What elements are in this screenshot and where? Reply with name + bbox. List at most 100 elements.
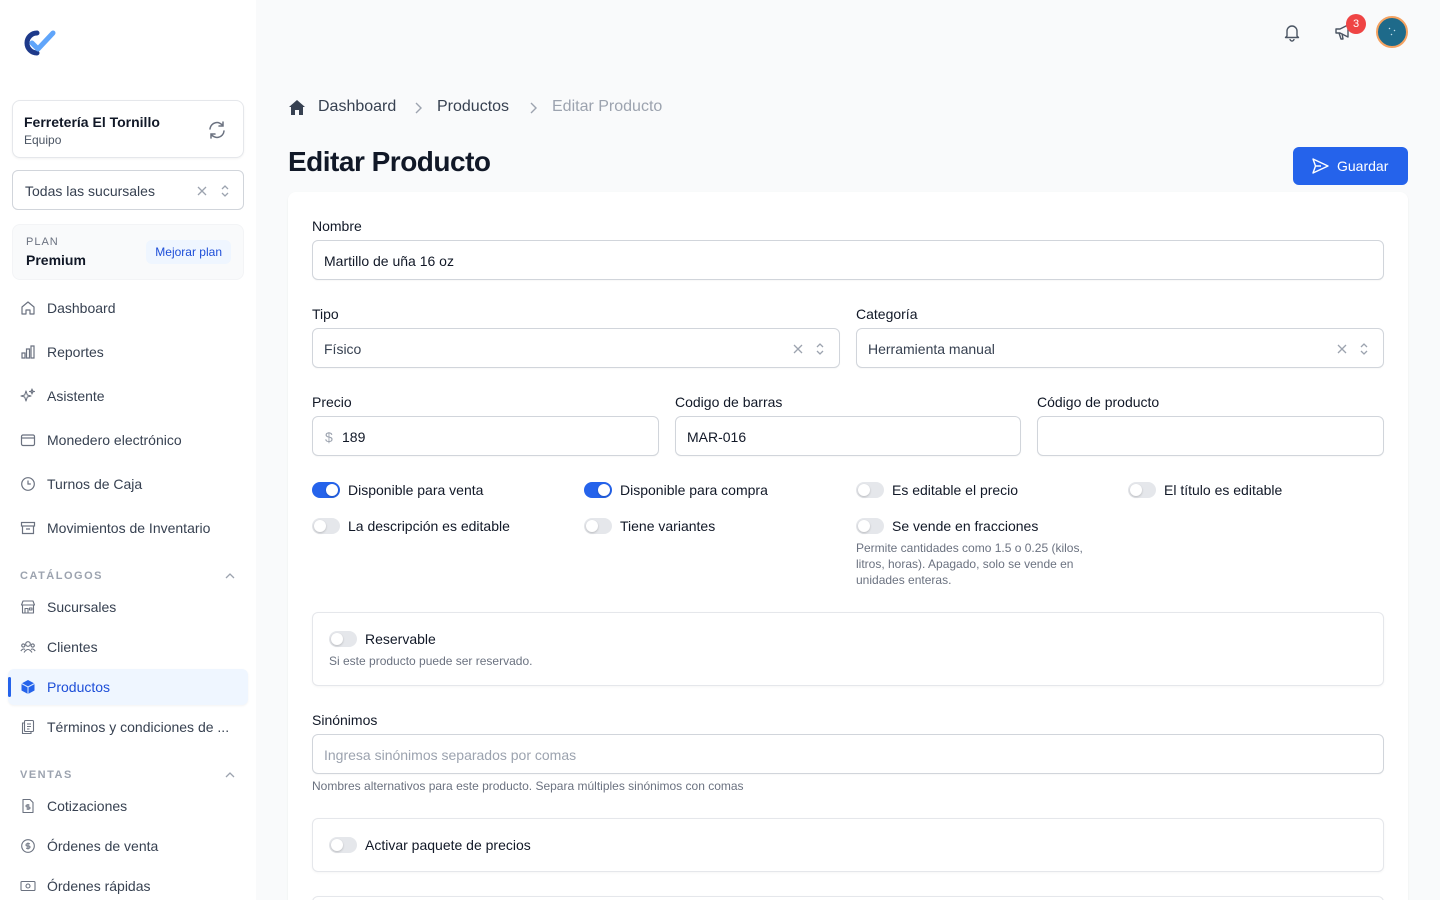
sidebar-item-inventario[interactable]: Movimientos de Inventario	[8, 510, 248, 546]
team-switcher[interactable]: Ferretería El Tornillo Equipo	[12, 100, 244, 158]
topbar	[256, 0, 1440, 64]
reservable-label: Reservable	[365, 631, 436, 647]
bar-chart-icon	[21, 345, 35, 359]
section-ventas-title: VENTAS	[20, 769, 73, 781]
reservable-help: Si este producto puede ser reservado.	[329, 654, 533, 668]
nombre-value: Martillo de uña 16 oz	[324, 253, 454, 269]
titulo-editable-toggle[interactable]	[1128, 482, 1156, 498]
branch-select-value: Todas las sucursales	[25, 183, 155, 199]
sidebar: Ferretería El Tornillo Equipo Todas las …	[0, 0, 256, 900]
dollar-circle-icon	[21, 839, 35, 853]
disponible-venta-label: Disponible para venta	[348, 482, 484, 498]
sidebar-item-label: Órdenes rápidas	[47, 878, 151, 894]
paquete-toggle[interactable]	[329, 837, 357, 853]
sidebar-item-label: Dashboard	[47, 300, 116, 316]
team-name: Ferretería El Tornillo	[24, 114, 160, 130]
sidebar-item-dashboard[interactable]: Dashboard	[8, 290, 248, 326]
branch-select[interactable]: Todas las sucursales	[12, 170, 244, 210]
disponible-venta-toggle[interactable]	[312, 482, 340, 498]
descripcion-editable-toggle[interactable]	[312, 518, 340, 534]
variantes-toggle[interactable]	[584, 518, 612, 534]
codigo-barras-value: MAR-016	[687, 429, 747, 445]
breadcrumb-dashboard[interactable]: Dashboard	[318, 98, 396, 116]
archive-icon	[20, 521, 36, 535]
descripcion-editable-label: La descripción es editable	[348, 518, 510, 534]
avatar[interactable]	[1376, 16, 1408, 48]
home-icon[interactable]	[288, 99, 306, 116]
sidebar-item-label: Turnos de Caja	[47, 476, 143, 492]
sidebar-item-label: Clientes	[47, 639, 98, 655]
fracciones-toggle[interactable]	[856, 518, 884, 534]
save-button-label: Guardar	[1337, 158, 1389, 174]
fracciones-label: Se vende en fracciones	[892, 518, 1039, 534]
sidebar-item-label: Asistente	[47, 388, 105, 404]
disponible-compra-toggle[interactable]	[584, 482, 612, 498]
sidebar-item-label: Movimientos de Inventario	[47, 520, 211, 536]
sinonimos-field[interactable]: Ingresa sinónimos separados por comas	[312, 734, 1384, 774]
breadcrumb-productos[interactable]: Productos	[437, 98, 509, 116]
sidebar-item-asistente[interactable]: Asistente	[8, 378, 248, 414]
sidebar-item-label: Productos	[47, 679, 111, 695]
sidebar-item-cotizaciones[interactable]: Cotizaciones	[8, 788, 248, 824]
plan-name: Premium	[26, 252, 86, 268]
breadcrumb-current: Editar Producto	[552, 98, 663, 115]
tipo-select[interactable]: Físico	[312, 328, 840, 368]
reservable-toggle[interactable]	[329, 631, 357, 647]
bell-icon[interactable]	[1282, 22, 1302, 42]
sidebar-item-monedero[interactable]: Monedero electrónico	[8, 422, 248, 458]
sidebar-item-reportes[interactable]: Reportes	[8, 334, 248, 370]
document-duplicate-icon	[21, 719, 35, 735]
codigo-barras-field[interactable]: MAR-016	[675, 416, 1021, 456]
section-catalogos-title: CATÁLOGOS	[20, 570, 103, 582]
categoria-value: Herramienta manual	[868, 341, 995, 357]
precio-label: Precio	[312, 394, 352, 410]
users-icon	[20, 641, 36, 653]
reservable-section: Reservable Si este producto puede ser re…	[312, 612, 1384, 686]
sparkles-icon	[20, 388, 36, 402]
nombre-label: Nombre	[312, 218, 362, 234]
fracciones-help: Permite cantidades como 1.5 o 0.25 (kilo…	[856, 541, 1083, 587]
sidebar-item-terminos[interactable]: Términos y condiciones de ...	[8, 709, 248, 745]
variantes-label: Tiene variantes	[620, 518, 716, 534]
chevron-up-icon[interactable]	[224, 572, 236, 580]
categoria-label: Categoría	[856, 306, 918, 322]
sidebar-item-clientes[interactable]: Clientes	[8, 629, 248, 665]
team-role: Equipo	[24, 133, 62, 147]
tipo-label: Tipo	[312, 306, 339, 322]
store-icon	[20, 600, 36, 614]
categoria-select[interactable]: Herramienta manual	[856, 328, 1384, 368]
chevron-up-icon[interactable]	[224, 771, 236, 779]
sidebar-item-label: Términos y condiciones de ...	[47, 719, 230, 735]
home-icon	[21, 301, 35, 315]
precio-field[interactable]: $ 189	[312, 416, 659, 456]
tipo-value: Físico	[324, 341, 362, 357]
clear-icon[interactable]	[197, 186, 207, 196]
avatar-graphic-icon	[1388, 27, 1396, 36]
switch-team-icon[interactable]	[207, 121, 227, 139]
clear-icon[interactable]	[793, 344, 803, 354]
sidebar-item-label: Reportes	[47, 344, 104, 360]
currency-prefix: $	[325, 429, 333, 445]
upgrade-plan-button[interactable]: Mejorar plan	[146, 240, 231, 264]
save-button[interactable]: Guardar	[1293, 147, 1408, 185]
titulo-editable-label: El título es editable	[1164, 482, 1283, 498]
sidebar-item-productos[interactable]: Productos	[8, 669, 248, 705]
clear-icon[interactable]	[1337, 344, 1347, 354]
product-form: Nombre Martillo de uña 16 oz Tipo Físico…	[288, 192, 1408, 900]
sidebar-item-ordenes-venta[interactable]: Órdenes de venta	[8, 828, 248, 864]
sinonimos-placeholder: Ingresa sinónimos separados por comas	[324, 747, 577, 763]
sidebar-item-turnos[interactable]: Turnos de Caja	[8, 466, 248, 502]
sidebar-item-sucursales[interactable]: Sucursales	[8, 589, 248, 625]
precio-editable-toggle[interactable]	[856, 482, 884, 498]
banknote-icon	[20, 880, 36, 892]
codigo-producto-field[interactable]	[1037, 416, 1384, 456]
brand-logo[interactable]	[20, 28, 56, 58]
chevron-up-down-icon	[221, 185, 229, 197]
codigo-producto-label: Código de producto	[1037, 394, 1160, 410]
page-title: Editar Producto	[288, 146, 491, 177]
sidebar-item-label: Sucursales	[47, 599, 117, 615]
nombre-field[interactable]: Martillo de uña 16 oz	[312, 240, 1384, 280]
cube-icon	[21, 680, 35, 694]
notification-badge: 3	[1346, 14, 1366, 34]
sidebar-item-ordenes-rapidas[interactable]: Órdenes rápidas	[8, 868, 248, 900]
